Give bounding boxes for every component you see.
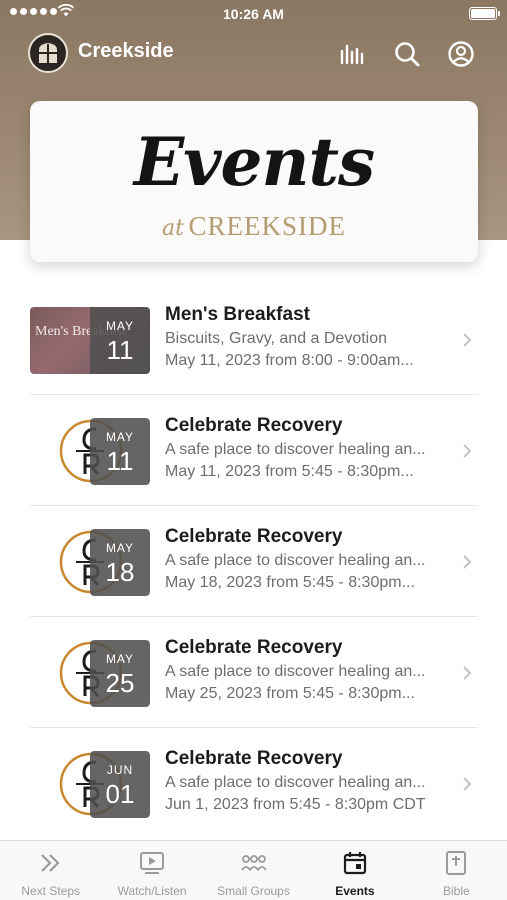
- chevron-right-icon: [463, 333, 472, 347]
- app-title: Creekside: [78, 40, 174, 62]
- tab-label: Events: [335, 884, 375, 898]
- event-description: Biscuits, Gravy, and a Devotion: [165, 330, 388, 347]
- event-thumbnail: JUN 01: [90, 751, 150, 818]
- date-day: 11: [106, 335, 134, 365]
- events-list: Men's Breakfast MAY 11 Men's Breakfast B…: [30, 284, 478, 839]
- event-text: Celebrate Recovery A safe place to disco…: [165, 748, 455, 814]
- audio-bars-icon[interactable]: [338, 40, 366, 68]
- chevron-right-icon: [463, 555, 472, 569]
- date-month: MAY: [105, 652, 135, 666]
- date-month: MAY: [105, 319, 135, 333]
- event-description: A safe place to discover healing an...: [165, 663, 426, 680]
- event-thumbnail: Men's Breakfast MAY 11: [30, 307, 150, 374]
- event-description: A safe place to discover healing an...: [165, 441, 426, 458]
- event-description: A safe place to discover healing an...: [165, 552, 426, 569]
- date-day: 25: [105, 668, 135, 698]
- event-title: Celebrate Recovery: [165, 748, 343, 769]
- event-row[interactable]: MAY 11 Celebrate Recovery A safe place t…: [30, 395, 478, 506]
- event-text: Celebrate Recovery A safe place to disco…: [165, 637, 455, 703]
- event-time: May 25, 2023 from 5:45 - 8:30pm...: [165, 685, 415, 702]
- battery-icon: [469, 7, 500, 20]
- banner-subtitle: at CREEKSIDE: [30, 211, 478, 242]
- tab-label: Bible: [442, 884, 470, 898]
- tab-label: Small Groups: [217, 884, 290, 898]
- event-thumbnail: MAY 18: [90, 529, 150, 596]
- chevron-right-icon: [463, 666, 472, 680]
- tab-bar: Next Steps Watch/Listen Small Groups Eve…: [0, 840, 507, 900]
- banner-title: Events: [133, 123, 375, 201]
- event-row[interactable]: MAY 18 Celebrate Recovery A safe place t…: [30, 506, 478, 617]
- event-title: Celebrate Recovery: [165, 526, 343, 547]
- date-month: MAY: [105, 430, 135, 444]
- event-title: Men's Breakfast: [165, 304, 310, 325]
- event-title: Celebrate Recovery: [165, 637, 343, 658]
- date-badge: JUN 01: [90, 751, 150, 818]
- event-row[interactable]: Men's Breakfast MAY 11 Men's Breakfast B…: [30, 284, 478, 395]
- tab-events[interactable]: Events: [304, 841, 405, 900]
- tab-small-groups[interactable]: Small Groups: [203, 841, 304, 900]
- chevron-right-icon: [463, 777, 472, 791]
- date-badge: MAY 11: [90, 307, 150, 374]
- tab-label: Watch/Listen: [117, 884, 187, 898]
- calendar-icon: [343, 852, 367, 875]
- date-month: MAY: [105, 541, 135, 555]
- event-time: Jun 1, 2023 from 5:45 - 8:30pm CDT: [165, 796, 426, 813]
- date-day: 18: [105, 557, 135, 587]
- event-time: May 18, 2023 from 5:45 - 8:30pm...: [165, 574, 415, 591]
- play-screen-icon: [140, 852, 165, 874]
- event-description: A safe place to discover healing an...: [165, 774, 426, 791]
- tab-watch-listen[interactable]: Watch/Listen: [101, 841, 202, 900]
- event-title: Celebrate Recovery: [165, 415, 343, 436]
- banner-sub-at: at: [162, 216, 184, 241]
- event-row[interactable]: MAY 25 Celebrate Recovery A safe place t…: [30, 617, 478, 728]
- bible-icon: [446, 851, 467, 875]
- date-day: 11: [106, 446, 134, 476]
- group-icon: [240, 855, 267, 871]
- date-day: 01: [105, 779, 135, 809]
- banner-sub-place: CREEKSIDE: [188, 211, 346, 241]
- date-badge: MAY 25: [90, 640, 150, 707]
- event-thumbnail: MAY 11: [90, 418, 150, 485]
- tab-next-steps[interactable]: Next Steps: [0, 841, 101, 900]
- event-time: May 11, 2023 from 5:45 - 8:30pm...: [165, 463, 414, 480]
- events-banner: Events at CREEKSIDE: [30, 101, 478, 262]
- event-time: May 11, 2023 from 8:00 - 9:00am...: [165, 352, 414, 369]
- church-logo-icon[interactable]: [28, 33, 68, 73]
- tab-label: Next Steps: [21, 884, 81, 898]
- account-icon[interactable]: [447, 40, 475, 68]
- event-text: Men's Breakfast Biscuits, Gravy, and a D…: [165, 304, 455, 370]
- app-header: Creekside: [0, 30, 507, 76]
- date-badge: MAY 11: [90, 418, 150, 485]
- status-time: 10:26 AM: [223, 6, 284, 22]
- double-chevron-icon: [40, 854, 60, 872]
- chevron-right-icon: [463, 444, 472, 458]
- status-bar: 10:26 AM: [0, 0, 507, 28]
- tab-bible[interactable]: Bible: [406, 841, 507, 900]
- event-text: Celebrate Recovery A safe place to disco…: [165, 526, 455, 592]
- date-month: JUN: [106, 763, 134, 777]
- search-icon[interactable]: [393, 40, 421, 68]
- event-text: Celebrate Recovery A safe place to disco…: [165, 415, 455, 481]
- date-badge: MAY 18: [90, 529, 150, 596]
- event-thumbnail: MAY 25: [90, 640, 150, 707]
- event-row[interactable]: JUN 01 Celebrate Recovery A safe place t…: [30, 728, 478, 839]
